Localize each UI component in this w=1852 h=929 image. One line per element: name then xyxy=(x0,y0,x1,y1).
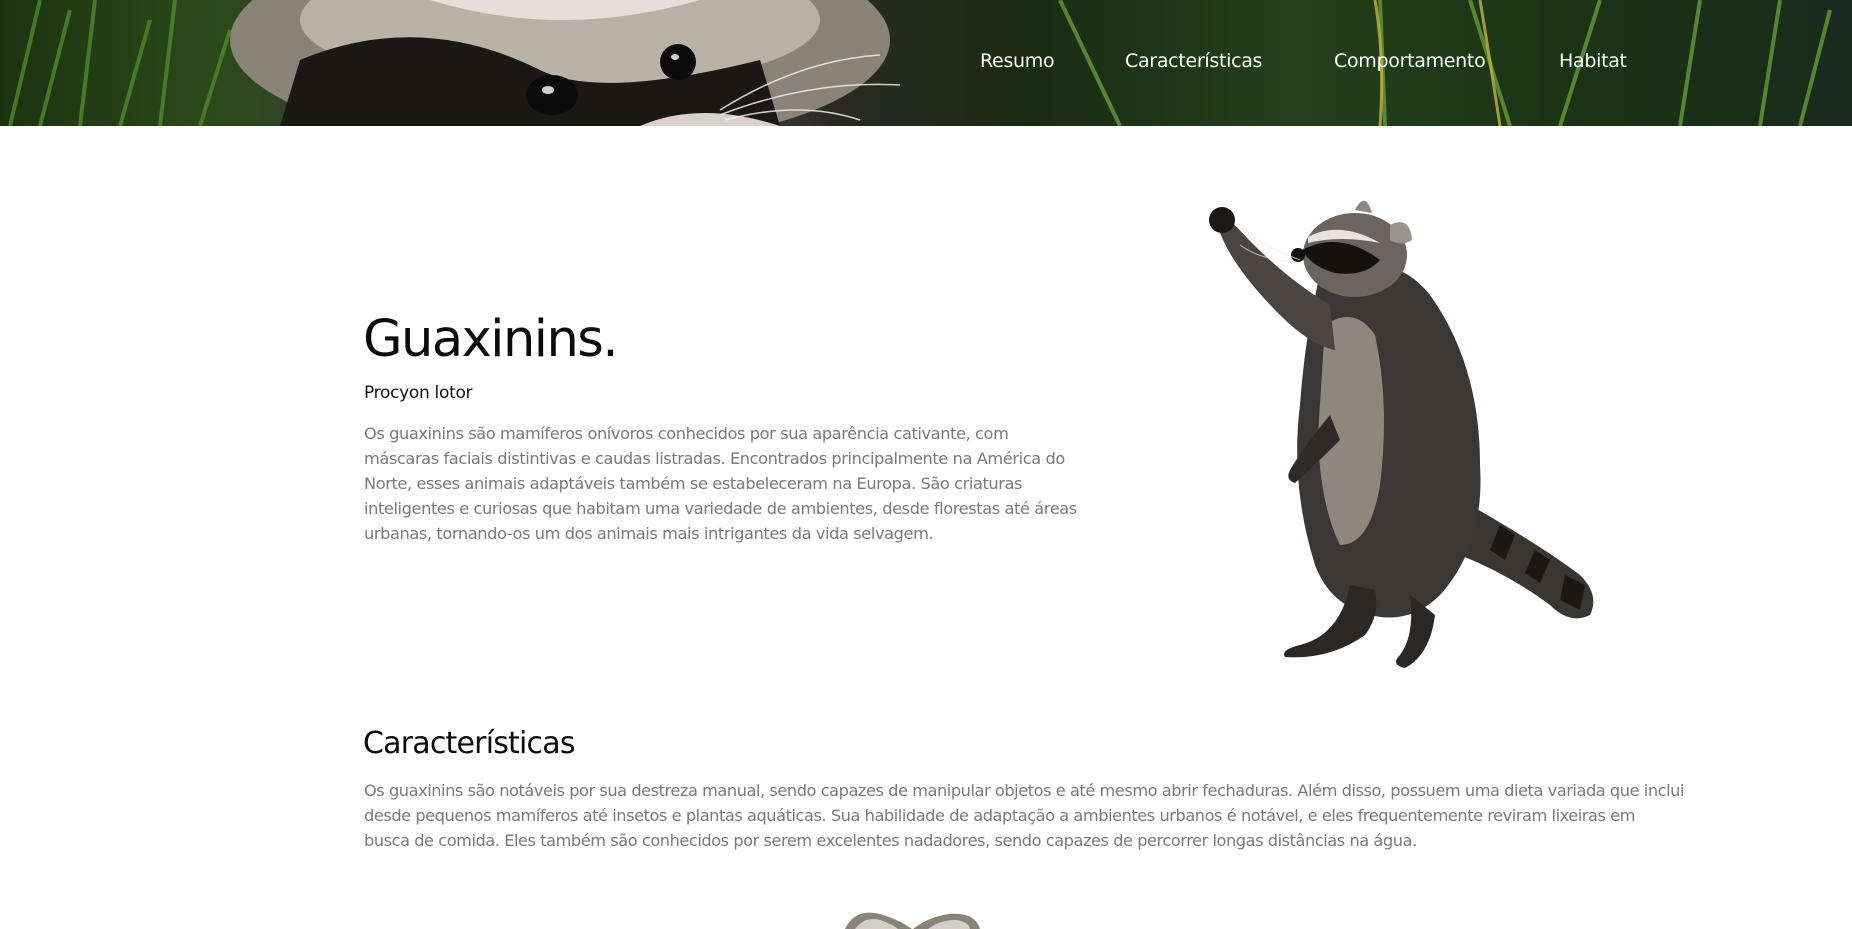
hero-description: Os guaxinins são mamíferos onívoros conh… xyxy=(364,424,1077,543)
raccoon-ears-image xyxy=(845,912,980,929)
characteristics-text: Os guaxinins são notáveis por sua destre… xyxy=(364,781,1684,850)
standing-raccoon-image xyxy=(1209,200,1594,668)
nav-link-comportamento[interactable]: Comportamento xyxy=(1334,50,1486,72)
page-title: Guaxinins. xyxy=(363,310,619,369)
nav-link-caracteristicas[interactable]: Características xyxy=(1125,50,1262,72)
characteristics-title: Características xyxy=(363,726,575,761)
nav-link-habitat[interactable]: Habitat xyxy=(1559,50,1627,72)
header-banner: Resumo Características Comportamento Hab… xyxy=(0,0,1852,126)
nav-link-resumo[interactable]: Resumo xyxy=(980,50,1055,72)
scientific-name: Procyon lotor xyxy=(364,383,473,403)
